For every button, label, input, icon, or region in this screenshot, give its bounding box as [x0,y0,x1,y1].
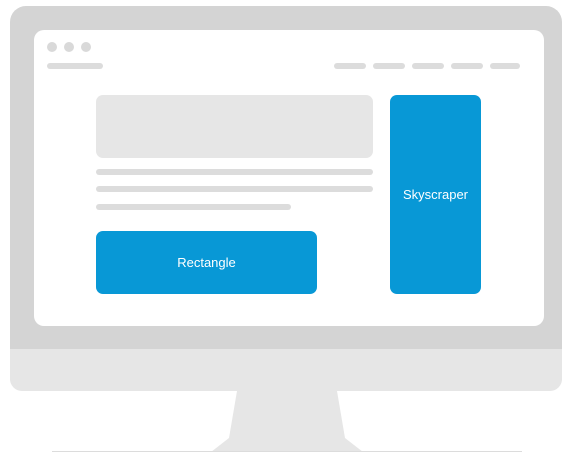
rectangle-ad-label: Rectangle [177,255,236,270]
window-dot-2 [64,42,74,52]
window-dot-1 [47,42,57,52]
monitor-illustration: Rectangle Skyscraper [0,0,562,452]
nav-placeholder-2 [373,63,405,69]
text-line-1 [96,169,373,175]
skyscraper-ad-label: Skyscraper [402,187,469,202]
nav-placeholder-3 [412,63,444,69]
nav-placeholder-1 [334,63,366,69]
text-line-3 [96,204,291,210]
rectangle-ad-slot[interactable]: Rectangle [96,231,317,294]
text-line-2 [96,186,373,192]
window-dot-3 [81,42,91,52]
monitor-stand-neck [229,391,345,438]
nav-placeholder-4 [451,63,483,69]
logo-placeholder [47,63,103,69]
monitor-stand-base [211,438,363,452]
nav-placeholder-5 [490,63,520,69]
hero-placeholder [96,95,373,158]
skyscraper-ad-slot[interactable]: Skyscraper [390,95,481,294]
